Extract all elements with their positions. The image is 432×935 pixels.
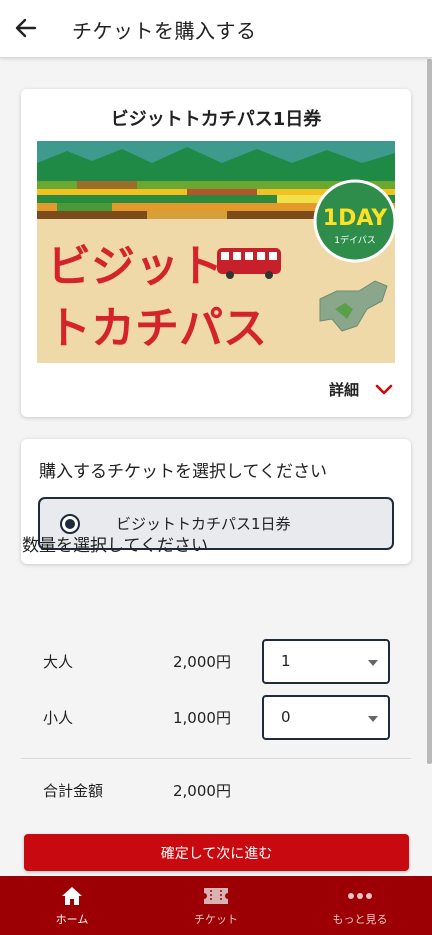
details-label: 詳細 [328,381,359,399]
confirm-button[interactable]: 確定して次に進む [24,834,409,871]
ticket-icon [204,887,228,904]
dropdown-caret-icon [368,716,378,722]
nav-item-more[interactable]: もっと見る [288,876,432,935]
quantity-name: 大人 [43,653,74,671]
radio-selected-dot [65,519,75,529]
one-day-badge: 1DAY 1デイパス [313,179,395,263]
banner-line-2: トカチパス [47,303,267,354]
total-label: 合計金額 [43,782,104,800]
banner-line-1: ビジット [47,241,223,292]
nav-label: ホーム [55,912,89,926]
divider [21,758,411,759]
badge-main-text: 1DAY [323,206,388,231]
nav-label: チケット [194,912,238,926]
ticket-title: ビジットトカチパス1日券 [110,109,322,130]
total-value: 2,000円 [173,782,231,800]
details-toggle[interactable]: 詳細 [329,379,393,400]
more-dots-icon [348,892,372,899]
quantity-value: 1 [281,652,291,670]
chevron-down-icon [375,384,393,394]
nav-label: もっと見る [332,912,388,926]
ticket-card: ビジットトカチパス1日券 ビジット トカチパス 1DAY 1デイパス 詳細 [21,89,411,417]
back-button[interactable] [10,12,42,44]
bottom-nav: ホーム チケット もっと見る [0,876,432,935]
child-quantity-select[interactable]: 0 [262,695,390,740]
quantity-price: 1,000円 [173,709,231,727]
home-icon [62,886,82,905]
ticket-banner-image: ビジット トカチパス 1DAY 1デイパス [37,141,395,363]
arrow-left-icon [15,18,37,38]
content-area[interactable]: ビジットトカチパス1日券 ビジット トカチパス 1DAY 1デイパス 詳細 購入… [0,59,432,876]
dropdown-caret-icon [368,660,378,666]
quantity-row-adult: 大人 2,000円 1 [0,639,432,685]
adult-quantity-select[interactable]: 1 [262,639,390,684]
quantity-price: 2,000円 [173,653,231,671]
quantity-name: 小人 [43,709,74,727]
quantity-value: 0 [281,708,291,726]
select-heading: 購入するチケットを選択してください [39,462,327,482]
quantity-heading: 数量を選択してください [22,536,208,556]
app-bar: チケットを購入する [0,0,432,58]
page-title: チケットを購入する [72,19,257,43]
badge-sub-text: 1デイパス [334,234,376,246]
nav-item-home[interactable]: ホーム [0,876,144,935]
quantity-row-child: 小人 1,000円 0 [0,695,432,741]
nav-item-ticket[interactable]: チケット [144,876,288,935]
